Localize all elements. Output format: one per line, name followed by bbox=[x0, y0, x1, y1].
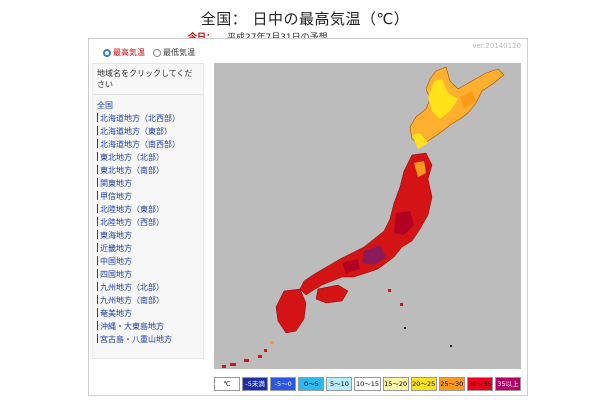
map-panel: ver.20140120 最高気温 最低気温 地域名をクリックしてください 全国… bbox=[88, 38, 528, 396]
version-label: ver.20140120 bbox=[472, 42, 521, 50]
region-item[interactable]: 北海道地方（東部） bbox=[93, 125, 203, 138]
region-list: 地域名をクリックしてください 全国 北海道地方（北西部） 北海道地方（東部） 北… bbox=[92, 63, 204, 359]
region-item[interactable]: 宮古島・八重山地方 bbox=[93, 333, 203, 346]
region-item[interactable]: 沖縄・大東島地方 bbox=[93, 320, 203, 333]
region-item[interactable]: 近畿地方 bbox=[93, 242, 203, 255]
region-item[interactable]: 四国地方 bbox=[93, 268, 203, 281]
radio-unselected-icon[interactable] bbox=[153, 48, 161, 57]
radio-low-temp[interactable]: 最低気温 bbox=[153, 47, 195, 58]
region-item[interactable]: 北陸地方（東部） bbox=[93, 203, 203, 216]
temperature-map[interactable] bbox=[214, 63, 521, 369]
region-item[interactable]: 関東地方 bbox=[93, 177, 203, 190]
hokkaido-region[interactable] bbox=[409, 66, 505, 149]
region-item[interactable]: 東北地方（北部） bbox=[93, 151, 203, 164]
temperature-legend: ℃ -5未満 -5〜0 0〜5 5〜10 10〜15 15〜20 20〜25 2… bbox=[214, 377, 522, 391]
honshu-region[interactable] bbox=[299, 152, 433, 296]
legend-item-1: -5未満 bbox=[242, 377, 269, 391]
legend-item-9: 30〜35 bbox=[466, 377, 493, 391]
kyushu-region[interactable] bbox=[275, 288, 307, 334]
region-item[interactable]: 九州地方（北部） bbox=[93, 281, 203, 294]
region-item[interactable]: 中国地方 bbox=[93, 255, 203, 268]
legend-item-6: 15〜20 bbox=[382, 377, 409, 391]
region-item[interactable]: 北海道地方（南西部） bbox=[93, 138, 203, 151]
page-title: 全国： 日中の最高気温（℃） bbox=[200, 10, 410, 28]
legend-item-3: 0〜5 bbox=[298, 377, 325, 391]
legend-item-10: 35以上 bbox=[494, 377, 522, 391]
region-item[interactable]: 北海道地方（北西部） bbox=[93, 112, 203, 125]
region-item[interactable]: 北陸地方（西部） bbox=[93, 216, 203, 229]
shikoku-region[interactable] bbox=[315, 284, 349, 304]
region-item-all[interactable]: 全国 bbox=[93, 99, 203, 112]
region-instruction: 地域名をクリックしてください bbox=[93, 64, 203, 95]
radio-selected-icon[interactable] bbox=[103, 48, 111, 57]
radio-high-temp[interactable]: 最高気温 bbox=[103, 47, 145, 58]
legend-item-2: -5〜0 bbox=[270, 377, 297, 391]
legend-item-0: ℃ bbox=[214, 377, 241, 391]
legend-item-7: 20〜25 bbox=[410, 377, 437, 391]
region-item[interactable]: 九州地方（南部） bbox=[93, 294, 203, 307]
legend-item-4: 5〜10 bbox=[326, 377, 353, 391]
region-item[interactable]: 奄美地方 bbox=[93, 307, 203, 320]
temperature-type-selector: 最高気温 最低気温 bbox=[103, 47, 195, 58]
legend-item-5: 10〜15 bbox=[354, 377, 381, 391]
japan-map-svg bbox=[222, 66, 505, 368]
region-item[interactable]: 東北地方（南部） bbox=[93, 164, 203, 177]
region-item[interactable]: 甲信地方 bbox=[93, 190, 203, 203]
legend-item-8: 25〜30 bbox=[438, 377, 465, 391]
region-item[interactable]: 東海地方 bbox=[93, 229, 203, 242]
